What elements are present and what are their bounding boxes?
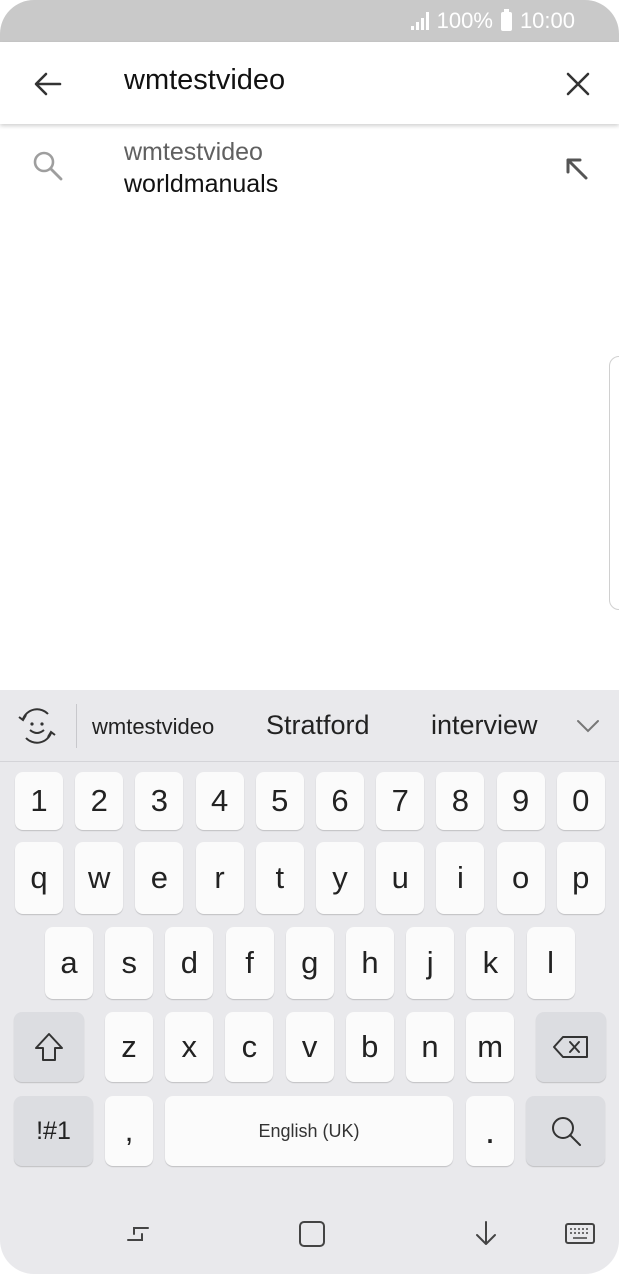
key-1[interactable]: 1 [15,772,63,830]
key-r[interactable]: r [195,842,244,914]
search-input[interactable]: wmtestvideo [124,64,285,97]
key-f[interactable]: f [225,927,274,999]
key-0[interactable]: 0 [556,772,605,830]
key-q[interactable]: q [15,842,63,914]
key-7[interactable]: 7 [376,772,425,830]
recent-apps-button[interactable] [116,1212,160,1256]
suggestion-line-1: wmtestvideo [124,138,263,166]
key-j[interactable]: j [406,927,455,999]
key-x[interactable]: x [165,1012,214,1082]
key-a[interactable]: a [45,927,93,999]
key-l[interactable]: l [526,927,575,999]
key-5[interactable]: 5 [255,772,304,830]
recent-apps-icon [127,1227,149,1241]
key-o[interactable]: o [496,842,545,914]
key-6[interactable]: 6 [316,772,364,830]
back-button[interactable] [26,62,70,106]
key-k[interactable]: k [466,927,515,999]
prediction-3[interactable]: interview [431,710,538,741]
key-w[interactable]: w [75,842,124,914]
backspace-icon [553,1036,588,1058]
keyboard: wmtestvideo Stratford interview !#1 , En… [0,690,619,1190]
key-v[interactable]: v [285,1012,334,1082]
key-2[interactable]: 2 [75,772,124,830]
home-button[interactable] [290,1212,334,1256]
symbols-key[interactable]: !#1 [14,1096,93,1166]
emoji-icon[interactable] [16,705,58,747]
suggestion-line-2: worldmanuals [124,170,279,198]
key-u[interactable]: u [376,842,425,914]
key-b[interactable]: b [345,1012,394,1082]
search-key[interactable] [526,1096,605,1166]
key-9[interactable]: 9 [496,772,545,830]
status-bar: 100% 10:00 [0,0,619,42]
key-n[interactable]: n [406,1012,454,1082]
battery-icon [500,8,512,31]
search-icon [551,1117,581,1146]
key-3[interactable]: 3 [135,772,184,830]
key-y[interactable]: y [316,842,364,914]
fill-query-arrow-icon[interactable] [560,152,592,184]
key-e[interactable]: e [135,842,184,914]
key-g[interactable]: g [285,927,334,999]
prediction-divider [76,704,77,748]
comma-key[interactable]: , [105,1096,153,1166]
key-h[interactable]: h [346,927,394,999]
key-p[interactable]: p [556,842,605,914]
phone-screen: 100% 10:00 wmtestvideo wmtestvideo world… [0,0,619,1274]
key-t[interactable]: t [255,842,304,914]
key-d[interactable]: d [165,927,214,999]
keyboard-icon [565,1223,595,1244]
suggestion-item[interactable]: wmtestvideo worldmanuals [0,130,619,210]
shift-icon [35,1033,63,1061]
signal-icon [410,12,429,30]
clock: 10:00 [519,8,575,33]
home-icon [299,1221,325,1247]
edge-panel-handle[interactable] [609,356,619,610]
key-4[interactable]: 4 [195,772,244,830]
prediction-2[interactable]: Stratford [266,710,370,741]
navigation-bar [0,1190,619,1274]
period-key[interactable]: . [466,1096,514,1166]
key-8[interactable]: 8 [436,772,485,830]
shift-key[interactable] [14,1012,84,1082]
key-z[interactable]: z [105,1012,153,1082]
key-c[interactable]: c [225,1012,274,1082]
prediction-bar: wmtestvideo Stratford interview [0,690,619,762]
battery-percent: 100% [436,8,493,33]
key-i[interactable]: i [436,842,485,914]
clear-search-button[interactable] [556,62,600,106]
search-icon [33,151,63,181]
search-bar: wmtestvideo [0,42,619,124]
space-key[interactable]: English (UK) [165,1096,453,1166]
keyboard-switch-button[interactable] [558,1212,602,1256]
prediction-1[interactable]: wmtestvideo [92,714,214,740]
key-s[interactable]: s [105,927,154,999]
chevron-down-arrow-icon [476,1221,496,1245]
hide-keyboard-button[interactable] [464,1212,508,1256]
chevron-down-icon[interactable] [574,712,602,740]
close-icon [566,72,590,96]
key-m[interactable]: m [466,1012,515,1082]
backspace-key[interactable] [536,1012,606,1082]
back-arrow-icon [34,72,62,96]
